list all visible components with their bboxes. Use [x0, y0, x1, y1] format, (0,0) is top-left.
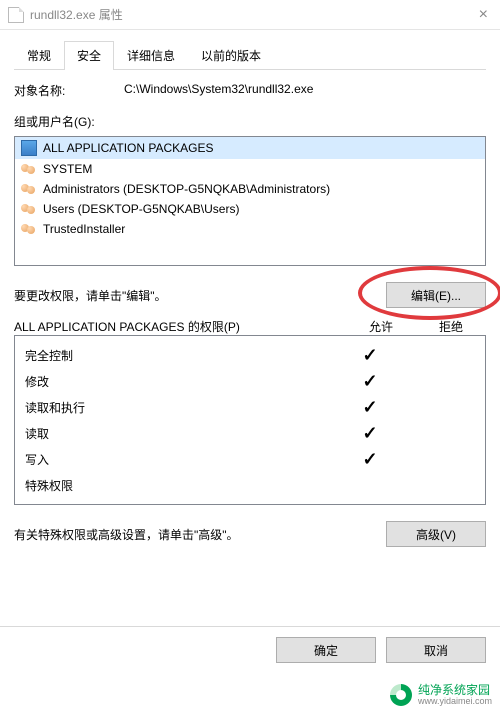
deny-header: 拒绝 — [416, 318, 486, 335]
perm-allow — [335, 398, 405, 416]
tab-security[interactable]: 安全 — [64, 41, 114, 70]
perm-allow — [335, 424, 405, 442]
advanced-button[interactable]: 高级(V) — [386, 521, 486, 547]
list-item[interactable]: Administrators (DESKTOP-G5NQKAB\Administ… — [15, 179, 485, 199]
cancel-button[interactable]: 取消 — [386, 637, 486, 663]
perm-allow — [335, 450, 405, 468]
dialog-body: 常规 安全 详细信息 以前的版本 对象名称: C:\Windows\System… — [0, 30, 500, 547]
check-icon — [362, 423, 377, 443]
perm-row: 特殊权限 — [25, 472, 475, 498]
tab-details[interactable]: 详细信息 — [114, 41, 188, 70]
perm-row: 完全控制 — [25, 342, 475, 368]
perm-row: 修改 — [25, 368, 475, 394]
titlebar: rundll32.exe 属性 × — [0, 0, 500, 30]
list-item[interactable]: ALL APPLICATION PACKAGES — [15, 137, 485, 159]
file-icon — [8, 7, 24, 23]
tab-previous-versions[interactable]: 以前的版本 — [188, 41, 274, 70]
list-item[interactable]: SYSTEM — [15, 159, 485, 179]
perm-row: 读取 — [25, 420, 475, 446]
groups-label: 组或用户名(G): — [14, 113, 486, 130]
advanced-row: 有关特殊权限或高级设置，请单击"高级"。 高级(V) — [14, 521, 486, 547]
groups-listbox[interactable]: ALL APPLICATION PACKAGES SYSTEM Administ… — [14, 136, 486, 266]
edit-button[interactable]: 编辑(E)... — [386, 282, 486, 308]
perm-name: 读取 — [25, 425, 335, 442]
perm-allow — [335, 372, 405, 390]
perm-name: 读取和执行 — [25, 399, 335, 416]
perm-allow — [335, 346, 405, 364]
list-item-label: TrustedInstaller — [43, 222, 125, 236]
check-icon — [362, 397, 377, 417]
list-item[interactable]: TrustedInstaller — [15, 219, 485, 239]
perm-row: 读取和执行 — [25, 394, 475, 420]
list-item-label: ALL APPLICATION PACKAGES — [43, 141, 214, 155]
permissions-header: ALL APPLICATION PACKAGES 的权限(P) 允许 拒绝 — [14, 318, 486, 335]
tab-general[interactable]: 常规 — [14, 41, 64, 70]
tabs: 常规 安全 详细信息 以前的版本 — [14, 40, 486, 70]
permissions-for-label: ALL APPLICATION PACKAGES 的权限(P) — [14, 318, 346, 335]
perm-name: 完全控制 — [25, 347, 335, 364]
check-icon — [362, 345, 377, 365]
window-title: rundll32.exe 属性 — [30, 6, 123, 23]
list-item-label: Users (DESKTOP-G5NQKAB\Users) — [43, 202, 239, 216]
permissions-box: 完全控制 修改 读取和执行 读取 写入 特殊权限 — [14, 335, 486, 505]
object-path: C:\Windows\System32\rundll32.exe — [124, 82, 486, 99]
package-icon — [21, 140, 37, 156]
perm-name: 写入 — [25, 451, 335, 468]
perm-row: 写入 — [25, 446, 475, 472]
allow-header: 允许 — [346, 318, 416, 335]
perm-name: 修改 — [25, 373, 335, 390]
perm-name: 特殊权限 — [25, 477, 335, 494]
ok-button[interactable]: 确定 — [276, 637, 376, 663]
close-icon[interactable]: × — [475, 6, 492, 24]
users-icon — [21, 182, 37, 196]
users-icon — [21, 162, 37, 176]
watermark: 纯净系统家园 www.yidaimei.com — [390, 684, 492, 707]
users-icon — [21, 222, 37, 236]
watermark-url: www.yidaimei.com — [418, 697, 492, 707]
advanced-instruction: 有关特殊权限或高级设置，请单击"高级"。 — [14, 526, 386, 543]
check-icon — [362, 371, 377, 391]
object-row: 对象名称: C:\Windows\System32\rundll32.exe — [14, 82, 486, 99]
edit-row: 要更改权限，请单击"编辑"。 编辑(E)... — [14, 282, 486, 308]
footer: 确定 取消 — [0, 626, 500, 673]
edit-instruction: 要更改权限，请单击"编辑"。 — [14, 287, 386, 304]
check-icon — [362, 449, 377, 469]
watermark-logo-icon — [390, 684, 412, 706]
users-icon — [21, 202, 37, 216]
list-item-label: Administrators (DESKTOP-G5NQKAB\Administ… — [43, 182, 330, 196]
list-item[interactable]: Users (DESKTOP-G5NQKAB\Users) — [15, 199, 485, 219]
list-item-label: SYSTEM — [43, 162, 92, 176]
object-label: 对象名称: — [14, 82, 124, 99]
